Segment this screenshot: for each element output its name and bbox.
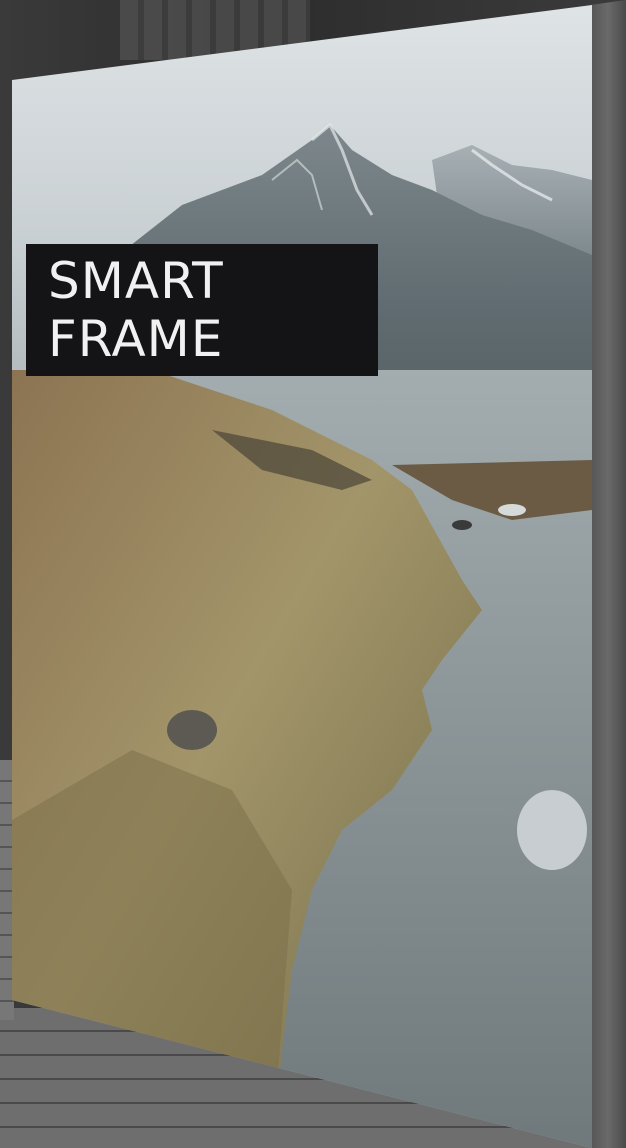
room-scene: SMART FRAME (0, 0, 626, 1148)
frame-side-edge (590, 0, 626, 1148)
floor-left-edge (0, 760, 14, 1020)
frame-label-banner: SMART FRAME (26, 244, 378, 376)
frame-label-text: SMART FRAME (48, 252, 224, 368)
smart-frame-panel: SMART FRAME (12, 5, 592, 1148)
